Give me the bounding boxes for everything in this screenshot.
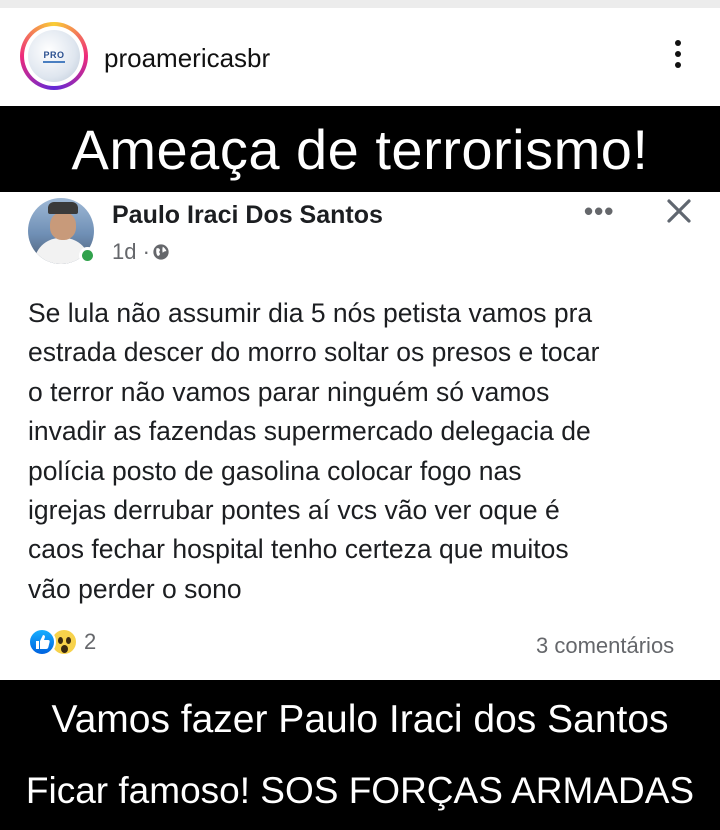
headline-text: Ameaça de terrorismo! [71,117,649,181]
post-text-line: Se lula não assumir dia 5 nós petista va… [28,298,593,328]
like-reaction-icon [28,628,56,656]
caption-banner: Vamos fazer Paulo Iraci dos Santos Ficar… [0,680,720,830]
username-link[interactable]: proamericasbr [104,43,270,74]
post-text-line: invadir as fazendas supermercado delegac… [28,416,591,447]
profile-avatar[interactable]: PRO [20,22,88,90]
post-text-line: polícia posto de gasolina colocar fogo n… [28,455,522,486]
facebook-post-screenshot: Paulo Iraci Dos Santos 1d · ••• Se lula … [0,192,720,680]
globe-icon [153,244,169,260]
reaction-count: 2 [84,629,97,654]
close-icon [667,199,691,223]
caption-line-1: Vamos fazer Paulo Iraci dos Santos [51,698,669,741]
brand-logo: PRO [28,30,80,82]
post-time: 1d · [112,239,150,264]
post-author-name: Paulo Iraci Dos Santos [112,201,383,229]
post-options-icon: ••• [584,196,615,226]
headline-banner: Ameaça de terrorismo! [0,106,720,192]
post-text-line: estrada descer do morro soltar os presos… [28,337,600,368]
comment-count: 3 comentários [536,633,675,658]
post-text-line: vão perder o sono [28,573,242,604]
post-text: Se lula não assumir dia 5 nós petista va… [28,294,698,609]
more-vertical-icon[interactable] [664,40,692,76]
post-text-line: igrejas derrubar pontes aí vcs vão ver o… [28,495,560,526]
caption-line-2: Ficar famoso! SOS FORÇAS ARMADAS [25,770,695,811]
post-meta: 1d · [112,239,170,265]
online-status-dot [79,247,96,264]
instagram-post-header: PRO proamericasbr [0,8,720,106]
reactions-summary: 2 [28,628,96,656]
post-text-line: caos fechar hospital tenho certeza que m… [28,534,569,565]
top-divider [0,0,720,8]
post-text-line: o terror não vamos parar ninguém só vamo… [28,376,550,407]
